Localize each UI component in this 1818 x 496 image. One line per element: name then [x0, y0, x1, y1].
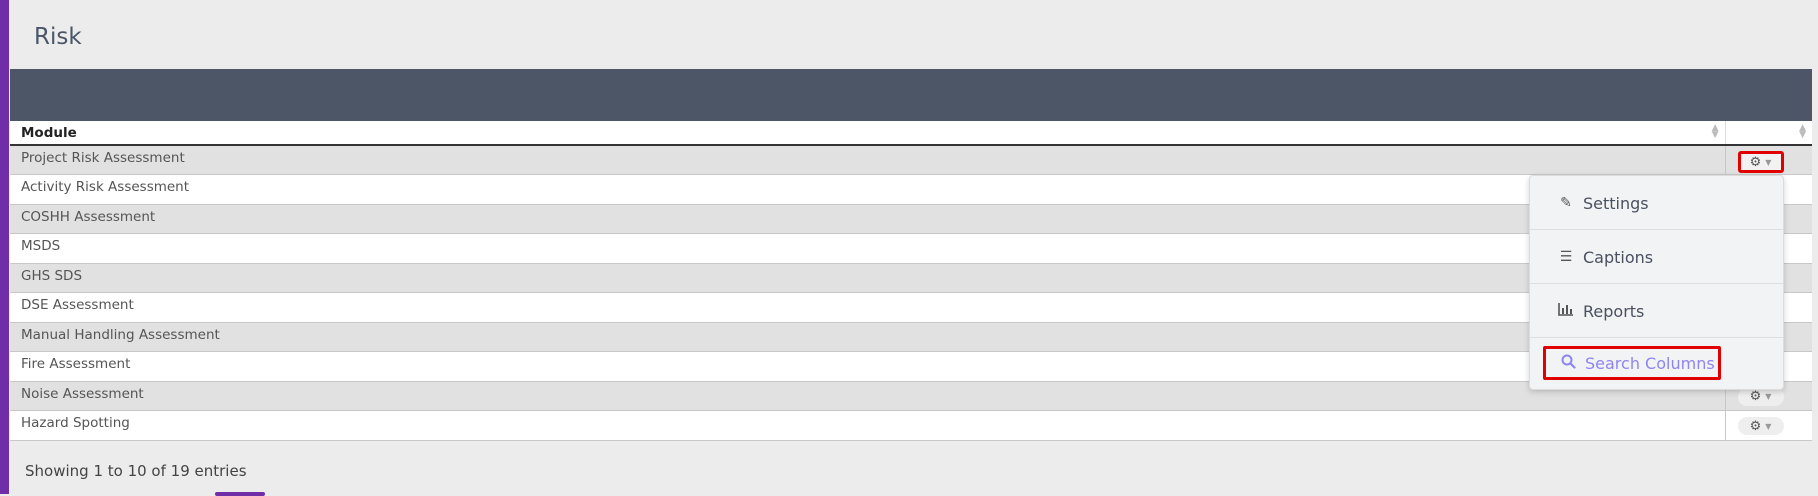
table-header-band	[10, 69, 1812, 121]
module-cell[interactable]: Fire Assessment	[10, 351, 1725, 382]
module-cell[interactable]: Noise Assessment	[10, 381, 1725, 411]
table-info-text: Showing 1 to 10 of 19 entries	[25, 462, 247, 480]
page-title: Risk	[34, 24, 82, 50]
gear-icon: ⚙	[1749, 418, 1762, 434]
module-name: Project Risk Assessment	[21, 150, 185, 166]
table-header-row: Module ▲ ▼ ▲ ▼	[10, 121, 1812, 146]
row-options-button[interactable]: ⚙ ▼	[1737, 151, 1784, 173]
edit-icon: ✎	[1560, 195, 1572, 211]
row-options-button[interactable]: ⚙ ▼	[1737, 387, 1784, 406]
module-name: Fire Assessment	[21, 356, 131, 372]
module-cell[interactable]: GHS SDS	[10, 263, 1725, 293]
module-name: COSHH Assessment	[21, 208, 156, 225]
column-header-actions[interactable]: ▲ ▼	[1724, 121, 1812, 146]
menu-item-search-columns[interactable]: Search Columns	[1543, 346, 1721, 380]
menu-item-settings[interactable]: ✎ Settings	[1530, 176, 1783, 230]
module-cell[interactable]: Activity Risk Assessment	[10, 174, 1725, 205]
sort-icon: ▲ ▼	[1799, 123, 1806, 140]
action-cell: ⚙ ▼	[1724, 410, 1812, 441]
menu-item-reports[interactable]: Reports	[1530, 284, 1783, 338]
module-cell[interactable]: DSE Assessment	[10, 292, 1725, 323]
module-name: Hazard Spotting	[21, 415, 130, 431]
list-icon: ☰	[1559, 249, 1573, 265]
pagination-edge	[215, 492, 265, 496]
menu-item-captions[interactable]: ☰ Captions	[1530, 230, 1783, 284]
module-name: Noise Assessment	[21, 385, 144, 402]
module-name: Manual Handling Assessment	[21, 326, 220, 343]
column-header-label: Module	[21, 124, 77, 141]
menu-item-label: Search Columns	[1585, 353, 1715, 373]
menu-divider	[1530, 337, 1783, 338]
module-name: MSDS	[21, 238, 61, 254]
table-row: Project Risk Assessment ⚙ ▼	[10, 145, 1812, 175]
module-cell[interactable]: Manual Handling Assessment	[10, 322, 1725, 352]
caret-down-icon: ▼	[1765, 392, 1772, 401]
table-row: Hazard Spotting ⚙ ▼	[10, 410, 1812, 441]
gear-icon: ⚙	[1749, 389, 1762, 404]
action-cell: ⚙ ▼	[1724, 145, 1812, 175]
row-options-dropdown: ✎ Settings ☰ Captions Reports Search Col…	[1529, 175, 1784, 390]
left-accent-bar	[0, 0, 9, 494]
menu-item-label: Captions	[1583, 247, 1654, 267]
sort-icon: ▲ ▼	[1711, 123, 1719, 140]
module-cell[interactable]: Project Risk Assessment	[10, 145, 1725, 175]
module-cell[interactable]: Hazard Spotting	[10, 410, 1725, 441]
menu-item-label: Reports	[1583, 301, 1645, 321]
module-cell[interactable]: COSHH Assessment	[10, 204, 1725, 234]
gear-icon: ⚙	[1749, 154, 1762, 170]
caret-down-icon: ▼	[1765, 157, 1772, 167]
module-cell[interactable]: MSDS	[10, 233, 1725, 264]
menu-item-label: Settings	[1583, 193, 1649, 213]
row-options-button[interactable]: ⚙ ▼	[1737, 417, 1784, 435]
caret-down-icon: ▼	[1765, 421, 1772, 431]
module-name: Activity Risk Assessment	[21, 179, 190, 195]
module-name: GHS SDS	[21, 267, 83, 284]
column-header-module[interactable]: Module ▲ ▼	[10, 121, 1725, 146]
module-name: DSE Assessment	[21, 297, 134, 313]
bar-chart-icon	[1557, 302, 1575, 320]
search-icon	[1559, 354, 1577, 373]
